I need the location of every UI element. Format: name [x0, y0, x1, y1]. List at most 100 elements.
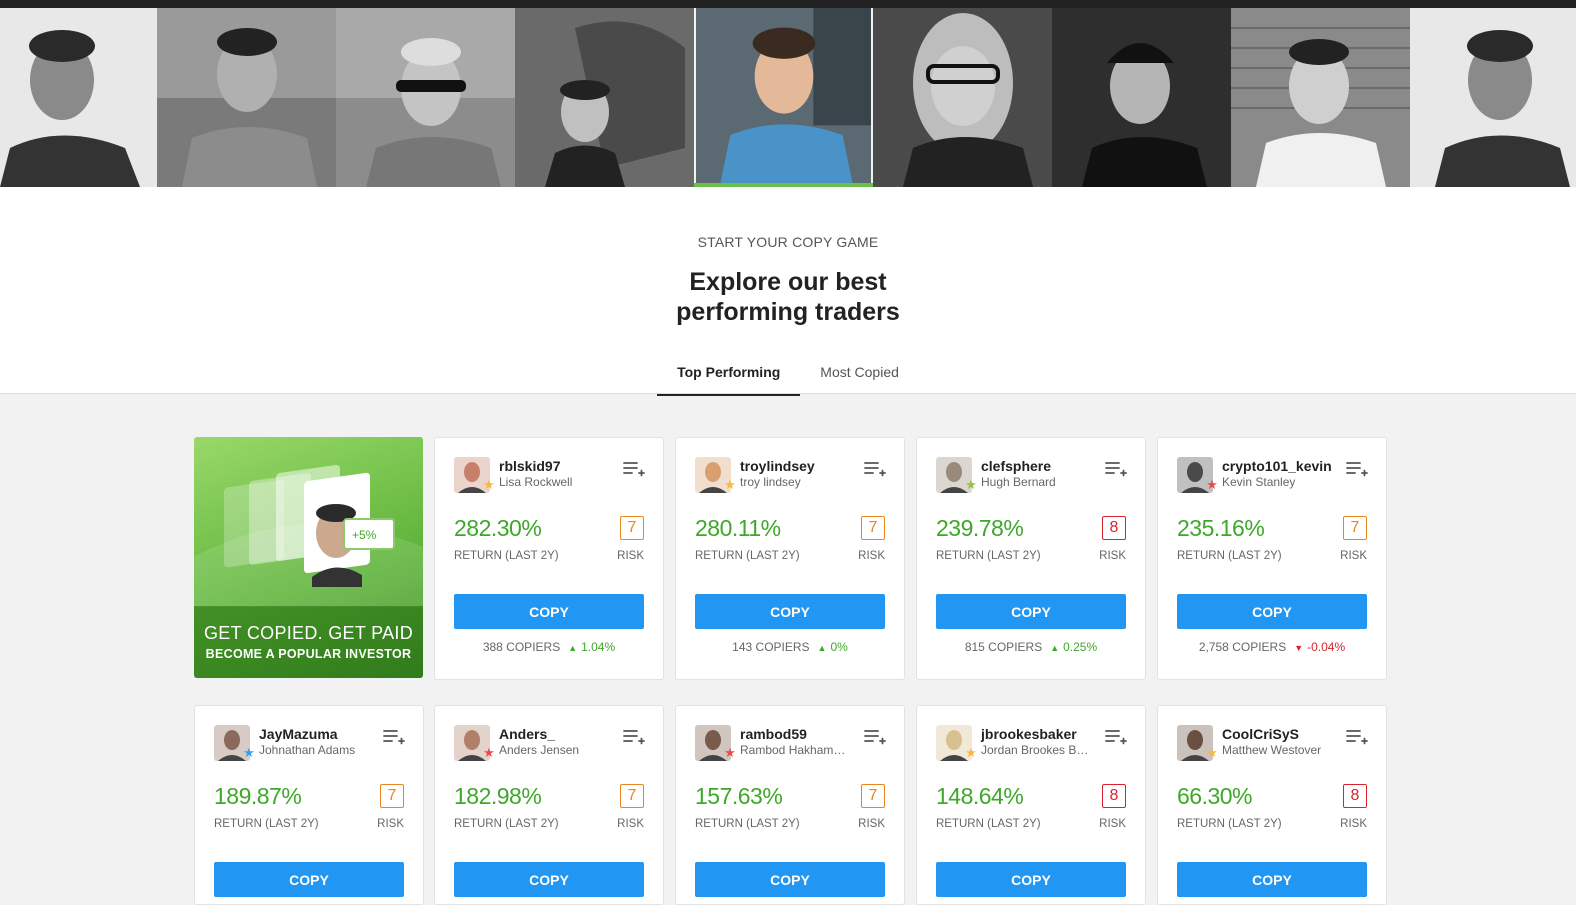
risk-label: RISK [858, 818, 885, 830]
copy-button[interactable]: COPY [936, 594, 1126, 629]
return-label: RETURN (LAST 2Y) [1177, 550, 1282, 562]
trader-card[interactable]: ★ jbrookesbaker Jordan Brookes Baker 148.64… [916, 705, 1146, 905]
copiers-summary: 2,758 COPIERS ▼ -0.04% [1158, 640, 1386, 654]
trader-card[interactable]: ★ rblskid97 Lisa Rockwell 282.30% RETURN (LA… [434, 437, 664, 680]
add-to-watchlist-icon[interactable] [383, 728, 405, 746]
copiers-change: 0% [830, 640, 848, 654]
trader-username[interactable]: jbrookesbaker [981, 726, 1077, 742]
copy-button[interactable]: COPY [695, 862, 885, 897]
star-badge-icon: ★ [243, 745, 255, 760]
add-to-watchlist-icon[interactable] [1105, 728, 1127, 746]
add-to-watchlist-icon[interactable] [1105, 460, 1127, 478]
copy-button[interactable]: COPY [1177, 862, 1367, 897]
trader-return: 280.11% [695, 515, 781, 541]
trader-full-name: Rambod Hakhamanesh [740, 743, 850, 757]
trader-photo-active[interactable] [694, 8, 873, 187]
hero-section: START YOUR COPY GAME Explore our best pe… [0, 187, 1576, 396]
copiers-summary: 143 COPIERS ▲ 0% [676, 640, 904, 654]
trader-username[interactable]: crypto101_kevin [1222, 458, 1332, 474]
risk-label: RISK [1099, 550, 1126, 562]
copy-button[interactable]: COPY [214, 862, 404, 897]
popular-investor-promo[interactable]: +5% GET COPIED. GET PAID BECOME A POPULA… [194, 437, 423, 678]
copiers-change: -0.04% [1307, 640, 1346, 654]
trader-full-name: Matthew Westover [1222, 743, 1322, 757]
risk-label: RISK [617, 550, 644, 562]
trader-photo[interactable] [1231, 8, 1410, 187]
copy-button[interactable]: COPY [454, 594, 644, 629]
copiers-count: 2,758 COPIERS [1198, 640, 1287, 654]
trader-photo[interactable] [157, 8, 336, 187]
add-to-watchlist-icon[interactable] [864, 460, 886, 478]
trader-photo[interactable] [336, 8, 515, 187]
trader-photo[interactable] [0, 8, 157, 187]
trader-card[interactable]: ★ crypto101_kevin Kevin Stanley 235.16% RETU… [1157, 437, 1387, 680]
trader-full-name: Hugh Bernard [981, 475, 1056, 489]
risk-label: RISK [858, 550, 885, 562]
add-to-watchlist-icon[interactable] [864, 728, 886, 746]
trader-card[interactable]: ★ CoolCriSyS Matthew Westover 66.30% RETURN … [1157, 705, 1387, 905]
risk-label: RISK [1099, 818, 1126, 830]
trader-full-name: Anders Jensen [499, 743, 580, 757]
trader-username[interactable]: Anders_ [499, 726, 555, 742]
risk-label: RISK [1340, 818, 1367, 830]
risk-label: RISK [617, 818, 644, 830]
add-to-watchlist-icon[interactable] [1346, 460, 1368, 478]
trader-card[interactable]: ★ Anders_ Anders Jensen 182.98% RETURN (LAST… [434, 705, 664, 905]
copiers-count: 143 COPIERS [732, 640, 810, 654]
star-badge-icon: ★ [724, 477, 736, 492]
risk-score: 7 [861, 516, 885, 540]
trader-return: 182.98% [454, 783, 542, 809]
copiers-count: 815 COPIERS [964, 640, 1043, 654]
tab-most-copied[interactable]: Most Copied [800, 359, 919, 396]
trader-card[interactable]: ★ JayMazuma Johnathan Adams 189.87% RETURN (… [194, 705, 424, 905]
risk-score: 8 [1343, 784, 1367, 808]
risk-label: RISK [1340, 550, 1367, 562]
star-badge-icon: ★ [1206, 745, 1218, 760]
star-badge-icon: ★ [1206, 477, 1218, 492]
trader-username[interactable]: clefsphere [981, 458, 1051, 474]
add-to-watchlist-icon[interactable] [1346, 728, 1368, 746]
risk-score: 7 [380, 784, 404, 808]
add-to-watchlist-icon[interactable] [623, 460, 645, 478]
trader-full-name: troy lindsey [740, 475, 801, 489]
trader-full-name: Lisa Rockwell [499, 475, 573, 489]
trader-card[interactable]: ★ rambod59Rambod Hakhamanesh 157.63% RETURN… [675, 705, 905, 905]
star-badge-icon: ★ [724, 745, 736, 760]
star-badge-icon: ★ [965, 477, 977, 492]
trader-username[interactable]: JayMazuma [259, 726, 338, 742]
trader-username[interactable]: CoolCriSyS [1222, 726, 1299, 742]
copy-button[interactable]: COPY [1177, 594, 1367, 629]
copy-button[interactable]: COPY [695, 594, 885, 629]
copiers-summary: 815 COPIERS ▲ 0.25% [917, 640, 1145, 654]
trader-full-name: Jordan Brookes Baker [981, 743, 1091, 757]
risk-score: 7 [620, 516, 644, 540]
trader-username[interactable]: troylindsey [740, 458, 815, 474]
triangle-up-icon: ▲ [817, 643, 827, 653]
return-label: RETURN (LAST 2Y) [1177, 818, 1282, 830]
trader-username[interactable]: rambod59 [740, 726, 807, 742]
copiers-change: 1.04% [581, 640, 616, 654]
star-badge-icon: ★ [483, 745, 495, 760]
trader-photo[interactable] [1410, 8, 1576, 187]
trader-photo[interactable] [1052, 8, 1231, 187]
star-badge-icon: ★ [965, 745, 977, 760]
return-label: RETURN (LAST 2Y) [214, 818, 319, 830]
headline-line-1: Explore our best [689, 268, 887, 296]
trader-photo[interactable] [515, 8, 694, 187]
trader-return: 189.87% [214, 783, 302, 809]
triangle-down-icon: ▼ [1294, 643, 1304, 653]
add-to-watchlist-icon[interactable] [623, 728, 645, 746]
trader-username[interactable]: rblskid97 [499, 458, 560, 474]
trader-full-name: Kevin Stanley [1222, 475, 1296, 489]
trader-return: 66.30% [1177, 783, 1253, 809]
trader-card[interactable]: ★ clefsphere Hugh Bernard 239.78% RETURN (LA… [916, 437, 1146, 680]
copy-button[interactable]: COPY [454, 862, 644, 897]
trader-return: 148.64% [936, 783, 1024, 809]
trader-card[interactable]: ★ troylindsey troy lindsey 280.11% RETURN (L… [675, 437, 905, 680]
trader-return: 235.16% [1177, 515, 1265, 541]
tab-top-performing[interactable]: Top Performing [657, 359, 801, 396]
copy-button[interactable]: COPY [936, 862, 1126, 897]
copiers-change: 0.25% [1063, 640, 1098, 654]
section-kicker: START YOUR COPY GAME [697, 234, 879, 250]
trader-photo[interactable] [873, 8, 1052, 187]
